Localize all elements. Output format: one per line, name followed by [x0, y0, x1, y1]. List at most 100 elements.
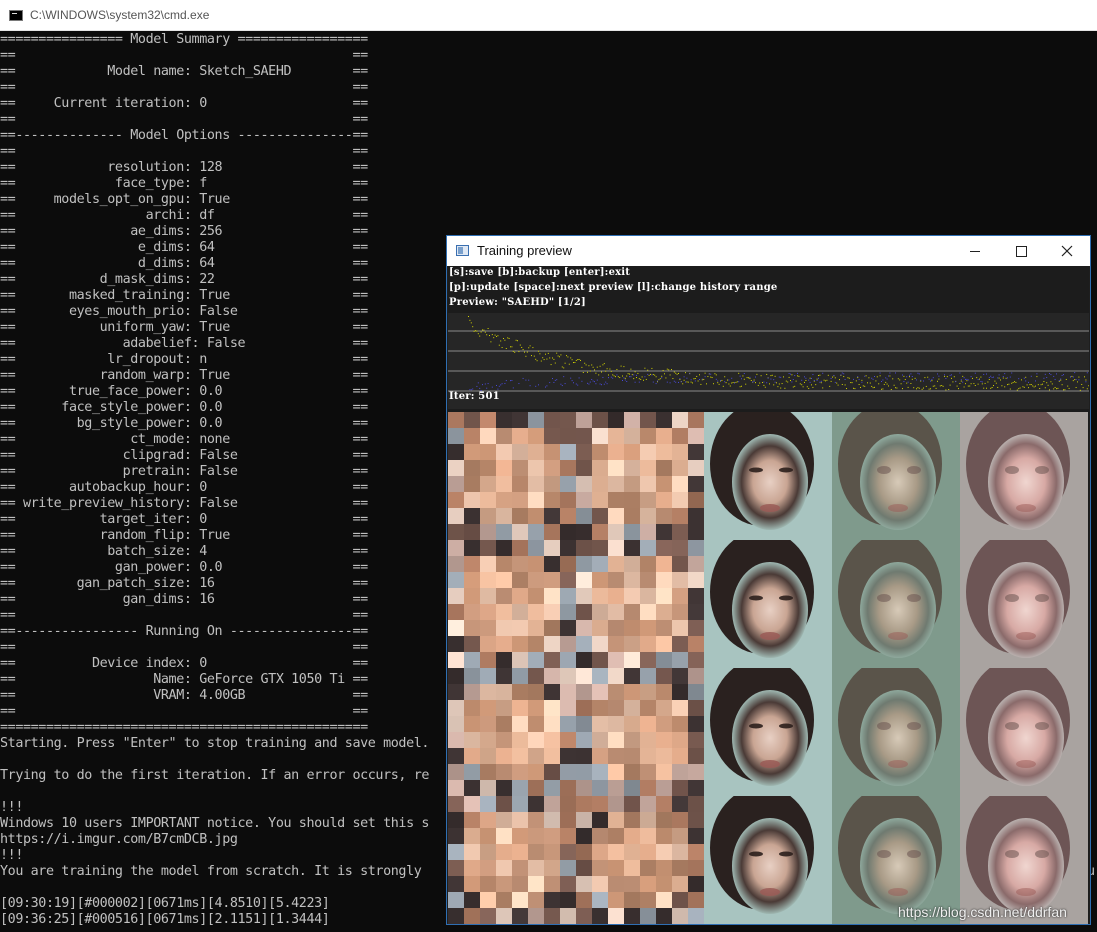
- loss-point-src: [847, 377, 849, 379]
- loss-point-src: [533, 355, 535, 357]
- loss-point-dst: [773, 379, 775, 381]
- loss-point-dst: [907, 381, 909, 383]
- loss-point-src: [1049, 389, 1050, 391]
- loss-point-src: [585, 364, 587, 366]
- loss-point-src: [995, 382, 997, 384]
- loss-point-dst: [1060, 378, 1062, 380]
- loss-point-dst: [1028, 381, 1029, 383]
- loss-point-src: [546, 358, 548, 360]
- loss-point-src: [658, 379, 660, 381]
- loss-point-dst: [710, 373, 712, 375]
- training-preview-window[interactable]: Training preview [s]:save [b]:backup [en…: [446, 235, 1091, 925]
- loss-point-src: [1012, 382, 1014, 384]
- loss-point-src: [858, 384, 860, 386]
- loss-point-dst: [612, 377, 614, 379]
- preview-titlebar[interactable]: Training preview: [447, 236, 1090, 266]
- loss-point-dst: [690, 379, 692, 381]
- loss-point-src: [1040, 384, 1042, 386]
- loss-point-src: [762, 382, 763, 384]
- loss-point-src: [1022, 386, 1024, 388]
- loss-point-src: [596, 366, 598, 368]
- loss-point-src: [507, 337, 509, 339]
- loss-point-src: [664, 373, 665, 375]
- loss-point-src: [739, 386, 741, 388]
- loss-point-dst: [560, 383, 562, 385]
- loss-point-src: [841, 384, 843, 386]
- loss-point-src: [497, 335, 499, 337]
- loss-point-src: [1081, 383, 1083, 385]
- maximize-icon: [1015, 245, 1027, 257]
- loss-point-src: [514, 351, 516, 353]
- loss-point-dst: [833, 374, 835, 376]
- loss-point-dst: [986, 373, 987, 375]
- close-button[interactable]: [1044, 236, 1090, 266]
- loss-point-src: [549, 357, 551, 359]
- loss-point-src: [545, 353, 546, 355]
- loss-point-dst: [790, 373, 791, 375]
- loss-point-dst: [647, 373, 649, 375]
- loss-point-dst: [1053, 375, 1055, 377]
- loss-point-dst: [991, 377, 993, 379]
- loss-point-src: [536, 360, 538, 362]
- loss-point-src: [498, 344, 500, 346]
- loss-point-src: [769, 383, 770, 385]
- loss-point-src: [791, 374, 793, 376]
- loss-point-dst: [766, 382, 768, 384]
- loss-point-src: [750, 379, 752, 381]
- loss-point-src: [1000, 379, 1001, 381]
- loss-point-src: [617, 376, 619, 378]
- loss-point-dst: [679, 378, 681, 380]
- loss-point-src: [949, 384, 951, 386]
- loss-point-src: [896, 387, 898, 389]
- preview-label: Preview: "SAEHD" [1/2]: [449, 297, 586, 308]
- maximize-button[interactable]: [998, 236, 1044, 266]
- loss-point-dst: [951, 374, 952, 376]
- loss-point-src: [916, 388, 917, 390]
- preview-tile: [832, 668, 960, 796]
- loss-point-dst: [1046, 376, 1048, 378]
- loss-point-src: [991, 386, 993, 388]
- loss-point-src: [512, 350, 514, 352]
- loss-point-src: [1009, 388, 1011, 390]
- loss-point-src: [892, 378, 894, 380]
- loss-point-dst: [1072, 376, 1074, 378]
- loss-point-dst: [623, 377, 625, 379]
- loss-point-src: [1014, 381, 1015, 383]
- loss-point-src: [941, 384, 943, 386]
- loss-point-src: [867, 382, 868, 384]
- cmd-titlebar[interactable]: C:\WINDOWS\system32\cmd.exe: [0, 0, 1097, 31]
- loss-point-dst: [633, 374, 635, 376]
- loss-point-dst: [675, 381, 677, 383]
- loss-point-dst: [864, 375, 866, 377]
- loss-point-src: [595, 372, 597, 374]
- loss-point-src: [620, 365, 622, 367]
- loss-point-src: [728, 383, 730, 385]
- loss-point-src: [795, 380, 797, 382]
- loss-point-dst: [778, 376, 780, 378]
- loss-point-dst: [930, 380, 931, 382]
- loss-point-dst: [906, 376, 908, 378]
- loss-point-src: [963, 386, 965, 388]
- loss-point-dst: [1002, 376, 1004, 378]
- loss-point-src: [994, 380, 996, 382]
- loss-point-src: [496, 335, 497, 337]
- window-icon: [456, 245, 469, 256]
- loss-point-src: [613, 375, 615, 377]
- loss-point-src: [662, 369, 664, 371]
- loss-point-dst: [629, 376, 630, 378]
- minimize-button[interactable]: [952, 236, 998, 266]
- preview-tile: [704, 540, 832, 668]
- loss-point-src: [567, 356, 569, 358]
- loss-point-src: [615, 376, 616, 378]
- loss-point-src: [888, 385, 889, 387]
- loss-point-dst: [1011, 372, 1013, 374]
- loss-point-src: [986, 387, 987, 389]
- loss-point-src: [829, 385, 831, 387]
- loss-point-src: [911, 378, 913, 380]
- loss-point-src: [1082, 387, 1084, 389]
- loss-point-src: [808, 387, 810, 389]
- loss-point-src: [666, 368, 668, 370]
- loss-point-src: [644, 367, 646, 369]
- loss-point-src: [697, 380, 699, 382]
- loss-point-src: [875, 380, 877, 382]
